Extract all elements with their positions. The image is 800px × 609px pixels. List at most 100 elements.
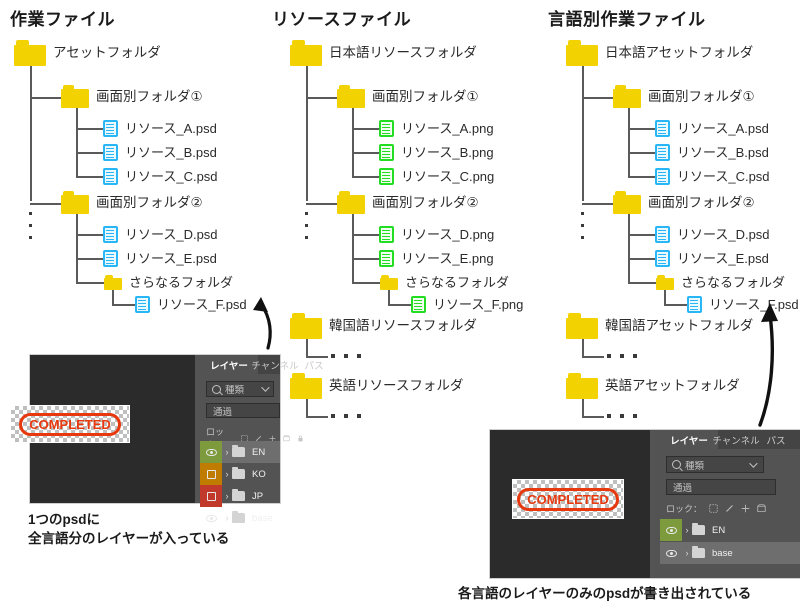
layers-panel[interactable]: レイヤー チャンネル パス 種類 通過 ロック： › EN › KO <box>200 355 324 524</box>
photoshop-window-right[interactable]: COMPLETED レイヤー チャンネル パス 種類 通過 ロック： › EN <box>490 430 800 578</box>
tree-connector-vertical <box>582 399 584 417</box>
tree-file[interactable]: リソース_D.psd <box>655 226 770 243</box>
lock-artboard-nesting-icon[interactable] <box>283 434 290 443</box>
tree-root-folder[interactable]: 英語アセットフォルダ <box>566 373 740 399</box>
tree-root-folder[interactable]: 日本語リソースフォルダ <box>290 40 477 66</box>
lock-all-icon[interactable] <box>297 434 304 443</box>
tree-file[interactable]: リソース_A.png <box>379 120 494 137</box>
tree-file[interactable]: リソース_E.psd <box>655 250 769 267</box>
layer-name: KO <box>252 468 266 480</box>
tree-file[interactable]: リソース_F.psd <box>135 296 247 313</box>
tree-file[interactable]: リソース_B.psd <box>655 144 769 161</box>
png-file-icon <box>379 120 394 137</box>
tree-file-label: リソース_D.psd <box>125 227 218 242</box>
tree-file[interactable]: リソース_E.psd <box>103 250 217 267</box>
tree-node-label: 画面別フォルダ① <box>648 88 755 104</box>
tree-root-folder[interactable]: 英語リソースフォルダ <box>290 373 463 399</box>
caption-right: 各言語のレイヤーのみのpsdが書き出されている <box>458 586 752 601</box>
tree-root-folder[interactable]: 日本語アセットフォルダ <box>566 40 753 66</box>
layer-visibility-toggle[interactable] <box>200 485 222 507</box>
psd-file-icon <box>655 250 670 267</box>
chevron-right-icon[interactable]: › <box>222 447 232 457</box>
lock-image-pixels-icon[interactable] <box>725 504 734 513</box>
tree-group-folder[interactable]: 画面別フォルダ② <box>61 191 203 214</box>
layer-row[interactable]: › EN <box>660 519 800 541</box>
tree-connector-horizontal <box>306 416 328 418</box>
tree-group-folder[interactable]: 画面別フォルダ① <box>613 85 755 108</box>
psd-file-icon <box>103 168 118 185</box>
tree-file[interactable]: リソース_C.psd <box>103 168 218 185</box>
layer-visibility-toggle[interactable] <box>660 519 682 541</box>
chevron-right-icon[interactable]: › <box>222 491 232 501</box>
tree-connector-horizontal <box>388 304 412 306</box>
chevron-right-icon[interactable]: › <box>682 548 692 558</box>
lock-toolbar[interactable]: ロック： <box>666 502 766 515</box>
tree-node-label: 画面別フォルダ② <box>96 194 203 210</box>
tree-file[interactable]: リソース_D.psd <box>103 226 218 243</box>
tree-file[interactable]: リソース_D.png <box>379 226 494 243</box>
tree-group-folder[interactable]: 画面別フォルダ① <box>337 85 479 108</box>
chevron-right-icon[interactable]: › <box>682 525 692 535</box>
folder-icon <box>61 85 89 108</box>
tree-file[interactable]: リソース_A.psd <box>655 120 769 137</box>
layer-group-folder-icon <box>232 444 245 457</box>
tab-paths[interactable]: パス <box>292 355 336 374</box>
tree-connector-horizontal <box>306 356 328 358</box>
blend-mode-select[interactable]: 通過 <box>206 403 280 418</box>
tree-file[interactable]: リソース_C.psd <box>655 168 770 185</box>
lock-position-icon[interactable] <box>741 504 750 513</box>
tree-connector-horizontal <box>306 97 338 99</box>
psd-file-icon <box>103 250 118 267</box>
filter-type-select[interactable]: 種類 <box>666 456 764 473</box>
layer-group-folder-icon <box>232 510 245 523</box>
tree-root-folder[interactable]: 韓国語リソースフォルダ <box>290 313 477 339</box>
png-file-icon <box>379 250 394 267</box>
tree-file[interactable]: リソース_B.png <box>379 144 494 161</box>
tree-file-label: リソース_B.psd <box>125 145 217 160</box>
layer-row[interactable]: › JP <box>200 485 280 507</box>
png-file-icon <box>411 296 426 313</box>
tree-file-label: リソース_C.psd <box>677 169 770 184</box>
tree-file[interactable]: リソース_E.png <box>379 250 494 267</box>
folder-icon <box>14 40 46 66</box>
tree-connector-vertical <box>664 290 666 304</box>
photoshop-window-left[interactable]: COMPLETED レイヤー チャンネル パス 種類 通過 ロック： › EN <box>10 355 324 524</box>
tree-subfolder[interactable]: さらなるフォルダ <box>104 275 233 290</box>
layer-name: base <box>252 512 273 524</box>
layer-visibility-toggle[interactable] <box>200 463 222 485</box>
tree-node-label: 画面別フォルダ② <box>372 194 479 210</box>
lock-transparent-pixels-icon[interactable] <box>709 504 718 513</box>
folder-icon <box>290 373 322 399</box>
tree-group-folder[interactable]: 画面別フォルダ② <box>613 191 755 214</box>
tree-file[interactable]: リソース_A.psd <box>103 120 217 137</box>
tree-file[interactable]: リソース_F.png <box>411 296 523 313</box>
tree-connector-horizontal <box>76 128 104 130</box>
tree-group-folder[interactable]: 画面別フォルダ② <box>337 191 479 214</box>
tree-subfolder[interactable]: さらなるフォルダ <box>380 275 509 290</box>
chevron-right-icon[interactable]: › <box>222 469 232 479</box>
tree-subfolder[interactable]: さらなるフォルダ <box>656 275 785 290</box>
tab-paths[interactable]: パス <box>754 430 798 449</box>
blend-mode-select[interactable]: 通過 <box>666 479 776 495</box>
tree-connector-vertical <box>76 214 78 282</box>
layers-panel[interactable]: レイヤー チャンネル パス 種類 通過 ロック： › EN › base <box>660 430 800 578</box>
filter-type-select[interactable]: 種類 <box>206 381 274 397</box>
layer-visibility-toggle[interactable] <box>200 441 222 463</box>
layer-group-folder-icon <box>232 488 245 501</box>
tree-root-folder[interactable]: アセットフォルダ <box>14 40 161 66</box>
tree-node-label: さらなるフォルダ <box>129 275 234 290</box>
tree-connector-horizontal <box>76 176 104 178</box>
lock-artboard-nesting-icon[interactable] <box>757 504 766 513</box>
eye-icon <box>665 526 677 534</box>
layer-row[interactable]: › base <box>660 542 800 564</box>
tree-root-folder[interactable]: 韓国語アセットフォルダ <box>566 313 753 339</box>
psd-file-icon <box>135 296 150 313</box>
tree-group-folder[interactable]: 画面別フォルダ① <box>61 85 203 108</box>
tree-connector-vertical <box>76 108 78 176</box>
layer-row[interactable]: › KO <box>200 463 280 485</box>
tree-file[interactable]: リソース_C.png <box>379 168 494 185</box>
callout-arrow-left <box>253 297 272 350</box>
layer-row[interactable]: › EN <box>200 441 280 463</box>
layer-visibility-toggle[interactable] <box>660 542 682 564</box>
tree-file[interactable]: リソース_B.psd <box>103 144 217 161</box>
